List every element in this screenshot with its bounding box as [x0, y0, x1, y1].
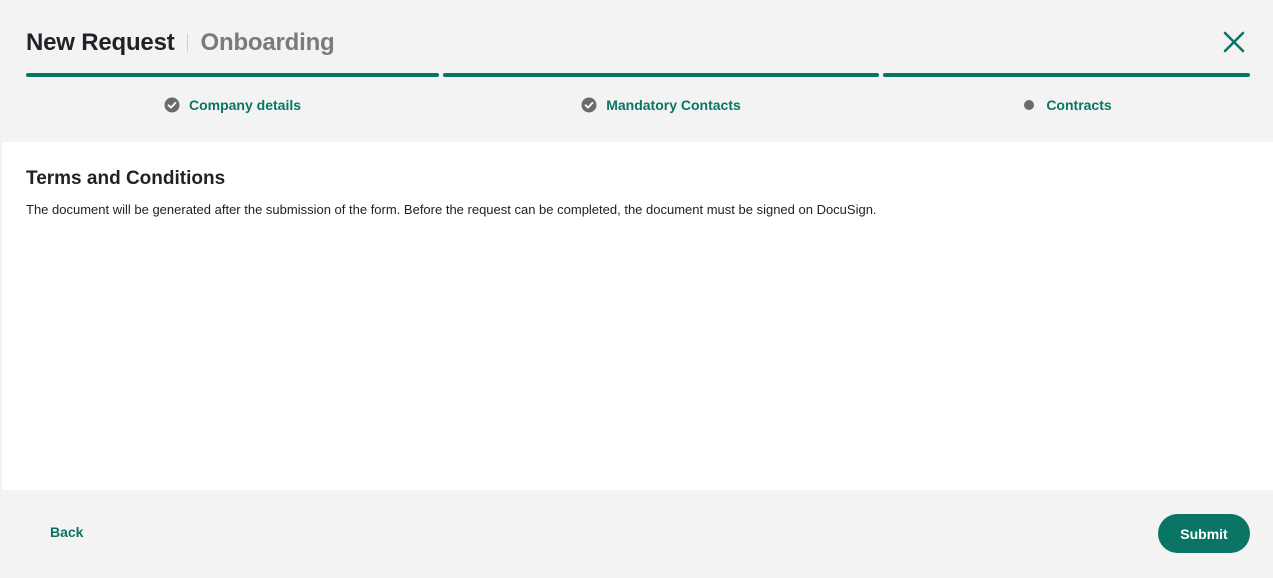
step-label: Company details [188, 97, 302, 113]
check-circle-icon [164, 97, 180, 113]
dialog-header: New Request Onboarding Company details M… [0, 0, 1273, 142]
page-subtitle: Onboarding [200, 29, 335, 56]
dialog-footer: Back Submit [0, 490, 1273, 578]
step-progress-bar [443, 73, 879, 77]
form-content: Terms and Conditions The document will b… [2, 142, 1273, 490]
title-row: New Request Onboarding [26, 27, 335, 59]
progress-stepper: Company details Mandatory Contacts Contr… [26, 73, 1250, 123]
submit-button[interactable]: Submit [1158, 514, 1250, 553]
step-progress-bar [26, 73, 439, 77]
step-mandatory-contacts[interactable]: Mandatory Contacts [443, 73, 879, 123]
back-button[interactable]: Back [50, 524, 83, 540]
step-company-details[interactable]: Company details [26, 73, 439, 123]
section-title: Terms and Conditions [26, 168, 226, 189]
check-circle-icon [581, 97, 597, 113]
step-label: Mandatory Contacts [606, 97, 741, 113]
step-label: Contracts [1046, 97, 1112, 113]
close-icon [1223, 31, 1245, 53]
step-progress-bar [883, 73, 1250, 77]
dot-icon [1024, 100, 1035, 110]
new-request-dialog: New Request Onboarding Company details M… [0, 0, 1273, 578]
step-contracts[interactable]: Contracts [883, 73, 1250, 123]
title-divider [186, 34, 188, 52]
section-description: The document will be generated after the… [26, 202, 877, 217]
page-title: New Request [26, 29, 175, 56]
close-button[interactable] [1220, 28, 1248, 56]
